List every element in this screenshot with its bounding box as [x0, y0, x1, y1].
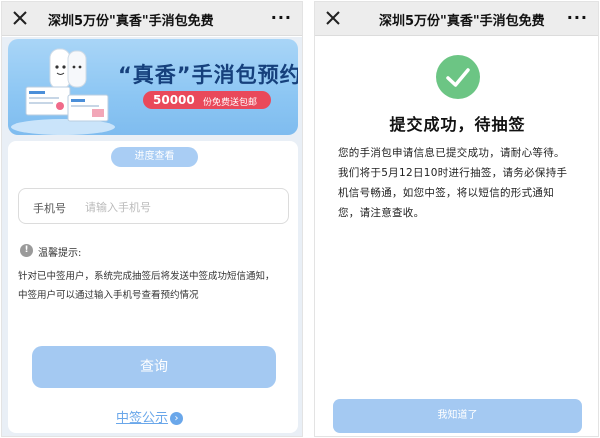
banner-quantity-pill: 50000 份免费送包邮: [143, 91, 271, 109]
progress-check-button[interactable]: 进度查看: [111, 147, 198, 167]
phone-input[interactable]: [85, 195, 275, 219]
more-icon[interactable]: ···: [271, 8, 292, 27]
query-button[interactable]: 查询: [32, 346, 276, 388]
close-icon[interactable]: [12, 10, 28, 26]
phone-field[interactable]: 手机号: [18, 188, 289, 224]
success-badge: [436, 55, 480, 99]
acknowledge-button[interactable]: 我知道了: [333, 399, 582, 433]
tip-line: 中签用户可以通过输入手机号查看预约情况: [18, 290, 199, 301]
close-icon[interactable]: [325, 10, 341, 26]
chevron-right-icon: ›: [170, 412, 184, 425]
screenshot-stage: 深圳5万份"真香"手消包免费 ··· “真香”手消包预约 50000 份免费送包…: [0, 0, 600, 438]
message-line: 机信号畅通，如您中签，将以短信的形式通知: [338, 187, 554, 199]
page-title: 深圳5万份"真香"手消包免费: [48, 14, 214, 29]
query-card: 进度查看 手机号 ! 温馨提示: 针对已中签用户，系统完成抽签后将发送中签成功短…: [8, 141, 298, 433]
success-title: 提交成功，待抽签: [389, 115, 526, 134]
info-icon: !: [20, 244, 33, 257]
phone-field-label: 手机号: [33, 202, 66, 215]
checkmark-icon: [446, 68, 470, 87]
more-icon[interactable]: ···: [567, 8, 588, 27]
message-line: 我们将于5月12日10时进行抽签，请务必保持手: [338, 167, 568, 179]
page-title: 深圳5万份"真香"手消包免费: [379, 14, 545, 29]
message-line: 您的手消包申请信息已提交成功，请耐心等待。: [338, 147, 565, 159]
winners-announcement-link[interactable]: 中签公示 ›: [116, 407, 184, 426]
tip-line: 针对已中签用户，系统完成抽签后将发送中签成功短信通知，: [18, 271, 275, 282]
message-line: 您，请注意查收。: [338, 207, 425, 219]
banner-quantity: 50000: [153, 93, 195, 107]
left-content: “真香”手消包预约 50000 份免费送包邮 进度查看 手机号 ! 温馨提示: …: [2, 37, 302, 436]
left-nav-bar: 深圳5万份"真香"手消包免费 ···: [2, 2, 302, 36]
right-nav-bar: 深圳5万份"真香"手消包免费 ···: [315, 2, 598, 36]
banner-title: “真香”手消包预约: [118, 63, 298, 87]
banner-quantity-text: 份免费送包邮: [203, 98, 258, 108]
tip-title: 温馨提示:: [38, 248, 82, 259]
left-screen: 深圳5万份"真香"手消包免费 ··· “真香”手消包预约 50000 份免费送包…: [1, 1, 303, 437]
sanitizer-illustration: [11, 48, 115, 135]
right-screen: 深圳5万份"真香"手消包免费 ··· 提交成功，待抽签 您的手消包申请信息已提交…: [314, 1, 599, 437]
promo-banner: “真香”手消包预约 50000 份免费送包邮: [8, 39, 298, 135]
winners-link-label: 中签公示: [116, 411, 169, 426]
